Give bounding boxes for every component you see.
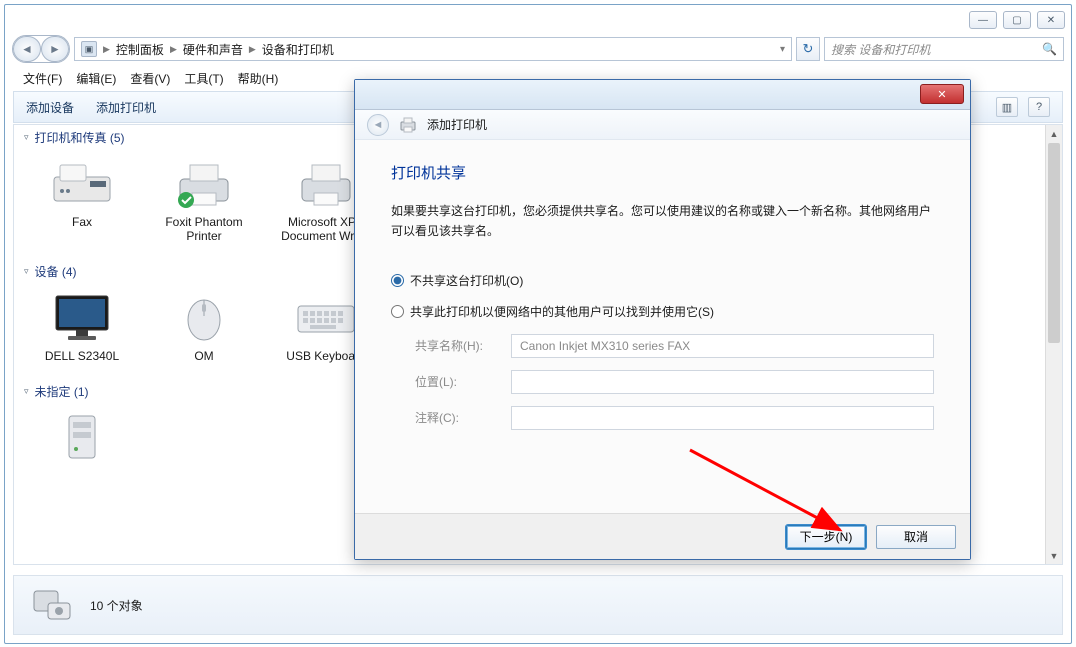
view-options-icon[interactable]: ▥ [996, 97, 1018, 117]
device-foxit-printer[interactable]: Foxit Phantom Printer [156, 156, 252, 243]
status-bar: 10 个对象 [13, 575, 1063, 635]
window-controls: — ▢ ✕ [969, 11, 1065, 29]
minimize-button[interactable]: — [969, 11, 997, 29]
label-share-name: 共享名称(H): [415, 337, 501, 354]
device-label: OM [194, 349, 213, 363]
search-icon: 🔍 [1042, 42, 1057, 56]
device-fax[interactable]: Fax [34, 156, 130, 243]
collapse-icon: ▿ [24, 132, 29, 143]
add-printer-dialog: ✕ ◄ 添加打印机 打印机共享 如果要共享这台打印机，您必须提供共享名。您可以使… [354, 79, 971, 560]
back-button[interactable]: ◄ [13, 36, 41, 62]
computer-icon [46, 410, 118, 466]
scroll-down-icon[interactable]: ▼ [1046, 547, 1062, 564]
nav-button-group: ◄ ► [12, 35, 70, 63]
dialog-back-button[interactable]: ◄ [367, 114, 389, 136]
dialog-body: 打印机共享 如果要共享这台打印机，您必须提供共享名。您可以使用建议的名称或键入一… [355, 140, 970, 513]
breadcrumb-l3[interactable]: 设备和打印机 [262, 41, 334, 58]
radio-no-share-input[interactable] [391, 274, 404, 287]
keyboard-icon [290, 290, 362, 346]
input-location[interactable] [511, 370, 934, 394]
radio-share[interactable]: 共享此打印机以便网络中的其他用户可以找到并使用它(S) [391, 303, 934, 320]
navigation-row: ◄ ► ▣ ▶ 控制面板 ▶ 硬件和声音 ▶ 设备和打印机 ▾ ↻ 搜索 设备和… [12, 35, 1064, 63]
search-input[interactable]: 搜索 设备和打印机 🔍 [824, 37, 1064, 61]
device-monitor[interactable]: DELL S2340L [34, 290, 130, 363]
help-icon[interactable]: ? [1028, 97, 1050, 117]
breadcrumb-l1[interactable]: 控制面板 [116, 41, 164, 58]
toolbar-add-device[interactable]: 添加设备 [26, 99, 74, 116]
group-title: 设备 (4) [35, 263, 77, 280]
printer-icon [399, 117, 417, 133]
dialog-close-button[interactable]: ✕ [920, 84, 964, 104]
label-comment: 注释(C): [415, 409, 501, 426]
close-button[interactable]: ✕ [1037, 11, 1065, 29]
scroll-up-icon[interactable]: ▲ [1046, 125, 1062, 142]
device-label: Foxit Phantom Printer [156, 215, 252, 243]
share-form: 共享名称(H): 位置(L): 注释(C): [415, 334, 934, 430]
dialog-titlebar[interactable]: ✕ [355, 80, 970, 110]
devices-category-icon [28, 581, 76, 629]
printer-icon [168, 156, 240, 212]
collapse-icon: ▿ [24, 386, 29, 397]
device-label: DELL S2340L [45, 349, 119, 363]
dialog-title: 添加打印机 [427, 116, 487, 133]
refresh-button[interactable]: ↻ [796, 37, 820, 61]
radio-share-input[interactable] [391, 305, 404, 318]
address-dropdown-icon[interactable]: ▾ [780, 44, 785, 55]
input-share-name[interactable] [511, 334, 934, 358]
breadcrumb-separator: ▶ [170, 44, 177, 55]
label-location: 位置(L): [415, 373, 501, 390]
dialog-header: ◄ 添加打印机 [355, 110, 970, 140]
next-button[interactable]: 下一步(N) [786, 525, 866, 549]
maximize-button[interactable]: ▢ [1003, 11, 1031, 29]
dialog-footer: 下一步(N) 取消 [355, 513, 970, 559]
radio-no-share-label: 不共享这台打印机(O) [410, 272, 523, 289]
forward-button[interactable]: ► [41, 36, 69, 62]
vertical-scrollbar[interactable]: ▲ ▼ [1045, 125, 1062, 564]
device-mouse[interactable]: OM [156, 290, 252, 363]
device-unspecified[interactable] [34, 410, 130, 469]
device-label: Fax [72, 215, 92, 229]
dialog-description: 如果要共享这台打印机，您必须提供共享名。您可以使用建议的名称或键入一个新名称。其… [391, 201, 934, 242]
input-comment[interactable] [511, 406, 934, 430]
dialog-heading: 打印机共享 [391, 162, 934, 183]
collapse-icon: ▿ [24, 266, 29, 277]
menu-tools[interactable]: 工具(T) [184, 70, 223, 87]
menu-view[interactable]: 查看(V) [130, 70, 170, 87]
control-panel-icon: ▣ [81, 41, 97, 57]
monitor-icon [46, 290, 118, 346]
group-title: 打印机和传真 (5) [35, 129, 125, 146]
mouse-icon [168, 290, 240, 346]
scroll-thumb[interactable] [1048, 143, 1060, 343]
menu-file[interactable]: 文件(F) [23, 70, 62, 87]
menu-edit[interactable]: 编辑(E) [76, 70, 116, 87]
printer-icon [290, 156, 362, 212]
breadcrumb-separator: ▶ [103, 44, 110, 55]
breadcrumb-l2[interactable]: 硬件和声音 [183, 41, 243, 58]
radio-share-label: 共享此打印机以便网络中的其他用户可以找到并使用它(S) [410, 303, 714, 320]
group-title: 未指定 (1) [35, 383, 89, 400]
status-text: 10 个对象 [90, 597, 143, 614]
toolbar-add-printer[interactable]: 添加打印机 [96, 99, 156, 116]
search-placeholder: 搜索 设备和打印机 [831, 41, 930, 58]
breadcrumb-separator: ▶ [249, 44, 256, 55]
cancel-button[interactable]: 取消 [876, 525, 956, 549]
radio-no-share[interactable]: 不共享这台打印机(O) [391, 272, 934, 289]
menu-help[interactable]: 帮助(H) [238, 70, 279, 87]
fax-icon [46, 156, 118, 212]
address-bar[interactable]: ▣ ▶ 控制面板 ▶ 硬件和声音 ▶ 设备和打印机 ▾ [74, 37, 792, 61]
